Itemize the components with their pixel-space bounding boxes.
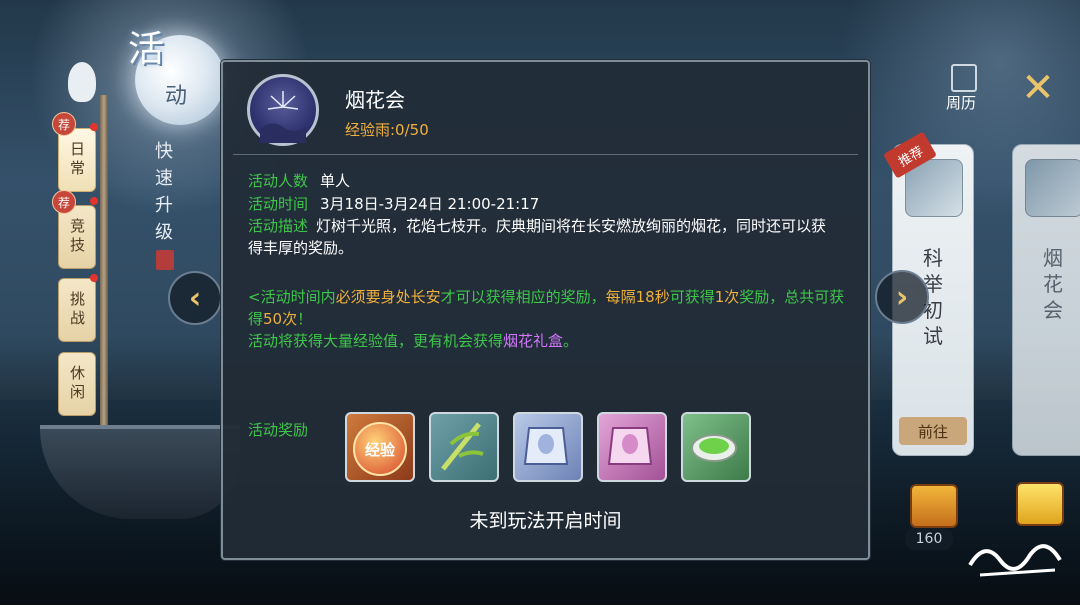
tab-challenge-label: 挑战 (68, 291, 86, 329)
brush-icon[interactable] (156, 250, 174, 270)
description: 活动描述 灯树千光照，花焰七枝开。庆典期间将在长安燃放绚丽的烟花，同时还可以获得丰… (248, 215, 838, 259)
activity-card-fireworks[interactable]: 烟花会 (1012, 144, 1080, 456)
tab-arena[interactable]: 竞技 (58, 205, 96, 269)
tab-arena-label: 竞技 (68, 218, 86, 256)
goto-button[interactable]: 前往 (899, 417, 967, 445)
fireworks-icon (1025, 159, 1080, 217)
tab-daily-label: 日常 (68, 141, 86, 179)
recommend-badge: 荐 (52, 112, 76, 136)
notice-item-name: 烟花礼盒 (503, 332, 564, 350)
reward-label: 活动奖励 (248, 421, 309, 439)
bird-decoration (68, 62, 96, 102)
next-arrow-button[interactable]: › (875, 270, 929, 324)
activity-detail-dialog: 烟花会 经验雨:0/50 活动人数 单人 活动时间 3月18日-3月24日 21:0… (221, 60, 870, 560)
activity-title-sub: 动 (165, 84, 188, 109)
notification-dot (90, 274, 98, 282)
calendar-icon[interactable] (951, 64, 977, 92)
time-label: 活动时间 (248, 195, 309, 213)
activity-title-main: 活 (128, 29, 165, 70)
notice-text: 才可以获得相应的奖励， (440, 288, 606, 306)
tab-leisure-label: 休闲 (68, 365, 86, 403)
prev-arrow-button[interactable]: ‹ (168, 271, 222, 325)
exp-orb-icon[interactable]: 经验 (345, 412, 415, 482)
activity-points-count: 160 (905, 528, 953, 550)
participants-row: 活动人数 单人 (248, 170, 350, 192)
quick-level-button[interactable]: 快速升级 (152, 138, 176, 246)
activity-notice: <活动时间内必须要身处长安才可以获得相应的奖励，每隔18秒可获得1次奖励，总共可… (248, 286, 848, 352)
activity-title: 烟花会 (345, 88, 405, 112)
notice-highlight: 必须要身处长安 (335, 288, 441, 306)
exp-orb-text: 经验 (353, 422, 407, 476)
time-row: 活动时间 3月18日-3月24日 21:00-21:17 (248, 193, 539, 215)
card-title: 烟花会 (1043, 246, 1063, 322)
notice-text: 活动将获得大量经验值，更有机会获得 (248, 332, 504, 350)
fireworks-icon (247, 74, 319, 146)
participants-value: 单人 (320, 172, 351, 190)
recommend-badge: 荐 (52, 190, 76, 214)
mast-decoration (100, 95, 108, 435)
notice-text: 。 (563, 332, 579, 350)
description-text: 灯树千光照，花焰七枝开。庆典期间将在长安燃放绚丽的烟花，同时还可以获得丰厚的奖励… (248, 217, 827, 257)
blue-pouch-icon[interactable] (513, 412, 583, 482)
notice-highlight: 50次 (263, 310, 298, 328)
notice-text: 可获得 (669, 288, 715, 306)
participants-label: 活动人数 (248, 172, 309, 190)
chevron-right-icon: › (895, 279, 909, 315)
notice-highlight: 每隔18秒 (605, 288, 670, 306)
pink-pouch-icon[interactable] (597, 412, 667, 482)
notice-text: <活动时间内 (248, 288, 336, 306)
notice-highlight: 1次 (714, 288, 740, 306)
calendar-button[interactable]: 周历 (946, 92, 976, 113)
jade-dish-icon[interactable] (681, 412, 751, 482)
activity-status: 未到玩法开启时间 (469, 510, 622, 532)
tab-leisure[interactable]: 休闲 (58, 352, 96, 416)
description-label: 活动描述 (248, 217, 309, 235)
notification-dot (90, 123, 98, 131)
close-icon[interactable]: ✕ (1018, 68, 1058, 108)
notice-text: ！ (297, 310, 313, 328)
bamboo-icon[interactable] (429, 412, 499, 482)
reward-chest-icon[interactable] (910, 484, 958, 528)
divider (233, 154, 858, 155)
tab-challenge[interactable]: 挑战 (58, 278, 96, 342)
exp-rain-progress: 经验雨:0/50 (345, 121, 429, 139)
chevron-left-icon: ‹ (188, 280, 202, 316)
game-logo (968, 544, 1062, 577)
tab-daily[interactable]: 日常 (58, 128, 96, 192)
time-value: 3月18日-3月24日 21:00-21:17 (320, 195, 540, 213)
notification-dot (90, 197, 98, 205)
